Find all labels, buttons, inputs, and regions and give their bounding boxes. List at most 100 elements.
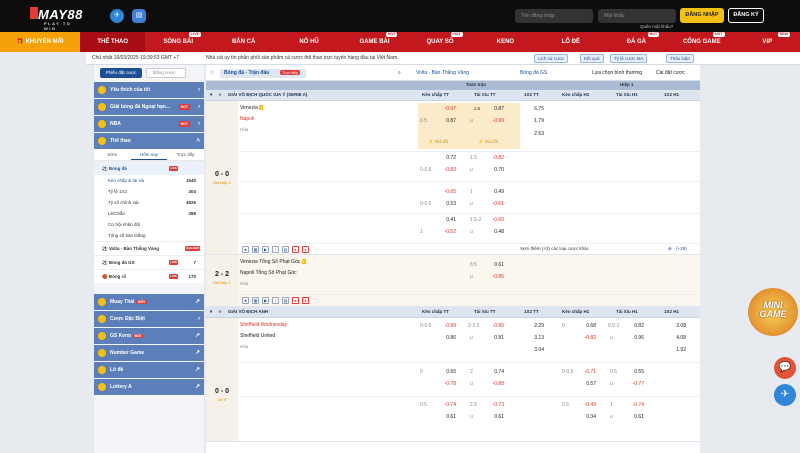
tab-placed-bets[interactable]: Đặng cược [146, 68, 186, 78]
odds-cell[interactable]: -0.73 [482, 402, 504, 408]
password-input[interactable]: Mật khẩu [598, 9, 676, 23]
odds-cell[interactable]: 0.57 [576, 381, 596, 387]
bet-history-button[interactable]: Lịch sử cược [534, 54, 569, 63]
odds-cell[interactable]: -0.95 [482, 274, 504, 280]
info-icon[interactable]: i [272, 246, 279, 253]
sidebar-number-game[interactable]: Number Game ↗ [94, 345, 204, 361]
sidebar-special-bets[interactable]: Cược Đặc Biệt › [94, 311, 204, 327]
nav-game-portal[interactable]: CỔNG GAME HOT [669, 32, 734, 52]
more-bets-link[interactable]: Xem thêm (+3) các loại cược khác [520, 246, 589, 251]
odds-cell[interactable]: -0.65 [436, 189, 456, 195]
alert-icon[interactable]: ● [302, 246, 309, 253]
nav-cockfight[interactable]: ĐÁ GÀ HOT [604, 32, 669, 52]
odds-cell[interactable]: -0.52 [436, 229, 456, 235]
star-icon[interactable]: ★ [242, 297, 249, 304]
star-icon[interactable]: ★ [242, 246, 249, 253]
league-header-serie-a[interactable]: ▾ ★ GIẢI VÔ ĐỊCH QUỐC GIA Ý (SERIE A) Kèo… [206, 90, 700, 101]
odds-cell[interactable]: 0.68 [576, 323, 596, 329]
sort-select[interactable]: Lựa chọn bình thường [592, 70, 642, 76]
odds-cell[interactable]: -0.71 [576, 369, 596, 375]
odds-cell[interactable]: 0.87 [436, 118, 456, 124]
sidebar-sports[interactable]: Thể thao ˄ [94, 133, 204, 149]
sidebar-gs-keno[interactable]: GS Keno MỚI ↗ [94, 328, 204, 344]
odds-cell[interactable]: 2.29 [522, 323, 544, 329]
odds-cell[interactable]: 0.87 [482, 106, 504, 112]
settings-button[interactable]: Cài đặt cược [656, 70, 685, 76]
sidebar-item-basketball[interactable]: 🏀 Bóng rổ LIVE 170 [94, 269, 204, 283]
nav-sports[interactable]: THỂ THAO [80, 32, 146, 52]
live-icon[interactable]: ● [292, 297, 299, 304]
odds-cell[interactable]: 1.92 [664, 347, 686, 353]
tab-today[interactable]: Hôm nay [130, 149, 168, 160]
odds-cell[interactable]: -0.99 [482, 118, 504, 124]
odds-cell[interactable]: -0.97 [436, 106, 456, 112]
nav-keno[interactable]: KENO [473, 32, 538, 52]
odds-cell[interactable]: 0.70 [482, 167, 504, 173]
sidebar-lode[interactable]: Lô đề ↗ [94, 362, 204, 378]
sidebar-item-odd-even[interactable]: Lẻ/Chẵn 398 [94, 208, 204, 219]
info-icon[interactable]: i [272, 297, 279, 304]
sidebar-item-volta[interactable]: ⚽ Volta - Bàn Thắng Vàng GOLDEN [94, 241, 204, 255]
odds-cell[interactable]: -0.77 [622, 381, 644, 387]
username-input[interactable]: Tên đăng nhập [515, 9, 593, 23]
search-icon[interactable]: ⌕ [398, 70, 401, 76]
odds-cell[interactable]: 3.13 [522, 335, 544, 341]
nav-vip[interactable]: VIP NEW [735, 32, 800, 52]
filter-volta[interactable]: Volta - Bàn Thắng Vàng [416, 70, 469, 76]
odds-cell[interactable]: 0.82 [622, 323, 644, 329]
odds-cell[interactable]: -0.88 [482, 381, 504, 387]
sidebar-item-1x2[interactable]: Tỷ lệ 1X2 404 [94, 186, 204, 197]
odds-cell[interactable]: -0.95 [482, 323, 504, 329]
nav-casino[interactable]: SÒNG BÀI LIVE [145, 32, 210, 52]
stats-icon[interactable]: ▦ [252, 297, 259, 304]
odds-cell[interactable]: 0.81 [482, 335, 504, 341]
odds-cell[interactable]: -0.74 [622, 402, 644, 408]
results-button[interactable]: Kết quả [580, 54, 604, 63]
chat-support-icon[interactable]: 💬 [774, 357, 796, 379]
more-markets-count[interactable]: (+29) [676, 246, 687, 251]
more-markets-icon[interactable]: ⊕ [668, 246, 672, 252]
forgot-password-link[interactable]: Quên mật khẩu? [640, 24, 673, 29]
nav-card-games[interactable]: GAME BÀI HOT [342, 32, 407, 52]
odds-cell[interactable]: 0.72 [436, 155, 456, 161]
odds-cell[interactable]: 0.65 [436, 369, 456, 375]
odds-cell[interactable]: 4.08 [664, 335, 686, 341]
sidebar-item-football[interactable]: ⚽ Bóng đá LIVE [94, 161, 204, 175]
sidebar-nba[interactable]: NBA HOT › [94, 116, 204, 132]
odds-cell[interactable]: -0.74 [436, 402, 456, 408]
odds-cell[interactable]: -0.99 [436, 323, 456, 329]
login-button[interactable]: ĐĂNG NHẬP [680, 8, 724, 23]
odds-cell[interactable]: -0.49 [576, 402, 596, 408]
tab-betslip[interactable]: Phiếu đặt cược [100, 68, 142, 78]
telegram-support-icon[interactable]: ✈ [774, 384, 796, 406]
odds-cell[interactable]: 0.49 [482, 189, 504, 195]
odds-cell[interactable]: 0.74 [482, 369, 504, 375]
star-icon[interactable]: ☆ [210, 70, 214, 76]
nav-lode[interactable]: LÔ ĐỀ [538, 32, 603, 52]
nav-slots[interactable]: NỔ HŨ [276, 32, 341, 52]
odds-cell[interactable]: 0.86 [436, 335, 456, 341]
odds-cell[interactable]: 0.41 [436, 217, 456, 223]
odds-cell[interactable]: -0.82 [576, 335, 596, 341]
tab-early[interactable]: Sớm [94, 149, 131, 160]
telegram-icon[interactable]: ✈ [110, 9, 124, 23]
sidebar-item-correct-score[interactable]: Tỷ số chính xác 4926 [94, 197, 204, 208]
register-button[interactable]: ĐĂNG KÝ [728, 8, 764, 23]
odds-cell[interactable]: -0.82 [482, 155, 504, 161]
sidebar-item-gs-football[interactable]: ⚽ Bóng đá GS LIVE 7 [94, 255, 204, 269]
chat-icon[interactable]: ▤ [132, 9, 146, 23]
odds-cell[interactable]: 0.61 [622, 414, 644, 420]
odds-cell[interactable]: 1.79 [522, 118, 544, 124]
star-icon[interactable]: ★ [218, 92, 222, 98]
odds-cell[interactable]: -0.61 [482, 201, 504, 207]
chart-icon[interactable]: ▤ [282, 297, 289, 304]
league-header-england[interactable]: ▾ ★ GIẢI VÔ ĐỊCH ANH Kèo chấp TT Tài Xỉu … [206, 307, 700, 318]
odds-cell[interactable]: 3.08 [664, 323, 686, 329]
odds-cell[interactable]: 0.61 [482, 414, 504, 420]
odds-cell[interactable]: 0.34 [576, 414, 596, 420]
mini-game-widget[interactable]: MINI GAME [748, 288, 798, 336]
logo[interactable]: MAY88 PLAY TO WIN [38, 7, 83, 31]
odds-cell[interactable]: 0.55 [622, 369, 644, 375]
live-tv-icon[interactable]: ▶ [262, 246, 269, 253]
sidebar-premier-league[interactable]: Giải bóng đá Ngoại hạn... HOT › [94, 99, 204, 115]
